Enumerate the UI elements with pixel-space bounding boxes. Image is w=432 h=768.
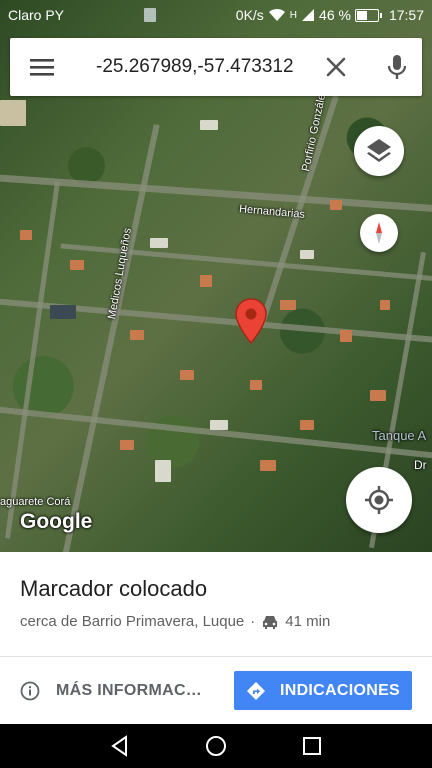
more-info-button[interactable]: MÁS INFORMAC… xyxy=(20,676,202,706)
drive-time: 41 min xyxy=(285,613,331,630)
battery-percent: 46 % xyxy=(319,7,351,23)
my-location-icon xyxy=(365,486,393,514)
more-info-label: MÁS INFORMAC… xyxy=(56,682,203,699)
signal-icon xyxy=(302,9,315,21)
map-road xyxy=(0,404,432,462)
google-attribution: Google xyxy=(20,510,93,533)
map-building xyxy=(260,460,276,471)
signal-type: H xyxy=(289,9,298,21)
sheet-divider xyxy=(0,656,432,657)
menu-icon[interactable] xyxy=(30,57,54,77)
place-sheet[interactable]: Marcador colocado cerca de Barrio Primav… xyxy=(0,552,432,724)
android-nav-bar xyxy=(0,724,432,768)
carrier-label: Claro PY xyxy=(8,7,65,23)
battery-icon xyxy=(354,8,382,22)
street-label-dr: Dr xyxy=(414,458,427,472)
map-building xyxy=(370,390,386,401)
map-building xyxy=(120,440,134,450)
map-building xyxy=(300,250,314,259)
directions-label: INDICACIONES xyxy=(279,681,401,699)
status-bar: Claro PY 0K/s H 46 % 17:57 xyxy=(0,0,432,30)
map-building xyxy=(300,420,314,430)
network-speed: 0K/s xyxy=(235,7,264,23)
status-right: 0K/s H 46 % 17:57 xyxy=(236,7,424,23)
place-title: Marcador colocado xyxy=(20,576,208,601)
street-label-hernandarias: Hernandarias xyxy=(238,203,306,221)
my-location-button[interactable] xyxy=(346,467,412,533)
place-subtitle: cerca de Barrio Primavera, Luque xyxy=(20,613,245,630)
compass-button[interactable] xyxy=(360,214,398,252)
car-icon xyxy=(263,615,278,629)
map-building xyxy=(180,370,194,380)
map-road xyxy=(0,173,432,214)
mic-icon[interactable] xyxy=(384,53,410,81)
sim-icon xyxy=(144,8,156,22)
map-building xyxy=(155,460,171,482)
directions-button[interactable]: INDICACIONES xyxy=(234,671,412,710)
separator-dot: · xyxy=(250,613,256,630)
map-building xyxy=(20,230,32,240)
map-building xyxy=(330,200,342,210)
map-building xyxy=(150,238,168,248)
place-subtitle-row: cerca de Barrio Primavera, Luque · 41 mi… xyxy=(20,613,330,630)
place-label-tanque: Tanque A xyxy=(372,428,427,443)
street-label-aguarete: aguarete Corá xyxy=(0,496,71,508)
map-building xyxy=(50,305,76,319)
map-road xyxy=(4,181,61,539)
map-building xyxy=(250,380,262,390)
map-building xyxy=(210,420,228,430)
clock: 17:57 xyxy=(388,7,424,23)
compass-icon xyxy=(376,222,382,244)
search-bar[interactable]: -25.267989,-57.473312 xyxy=(10,38,422,96)
close-icon[interactable] xyxy=(322,53,350,81)
wifi-icon xyxy=(268,8,285,21)
map-building xyxy=(200,275,212,287)
street-label-medicos: Medicos Luqueños xyxy=(106,227,134,321)
map-building xyxy=(380,300,390,310)
map-building xyxy=(340,330,352,342)
map-building xyxy=(70,260,84,270)
map-building xyxy=(0,100,26,126)
home-icon[interactable] xyxy=(204,734,228,758)
info-icon xyxy=(20,681,40,701)
layers-icon xyxy=(367,139,391,162)
search-query[interactable]: -25.267989,-57.473312 xyxy=(96,56,294,78)
place-marker-icon[interactable] xyxy=(234,298,268,344)
map-building xyxy=(280,300,296,310)
back-icon[interactable] xyxy=(108,734,132,758)
map-building xyxy=(130,330,144,340)
recents-icon[interactable] xyxy=(300,734,324,758)
directions-icon xyxy=(246,681,265,700)
map-building xyxy=(200,120,218,130)
layers-button[interactable] xyxy=(354,126,404,176)
